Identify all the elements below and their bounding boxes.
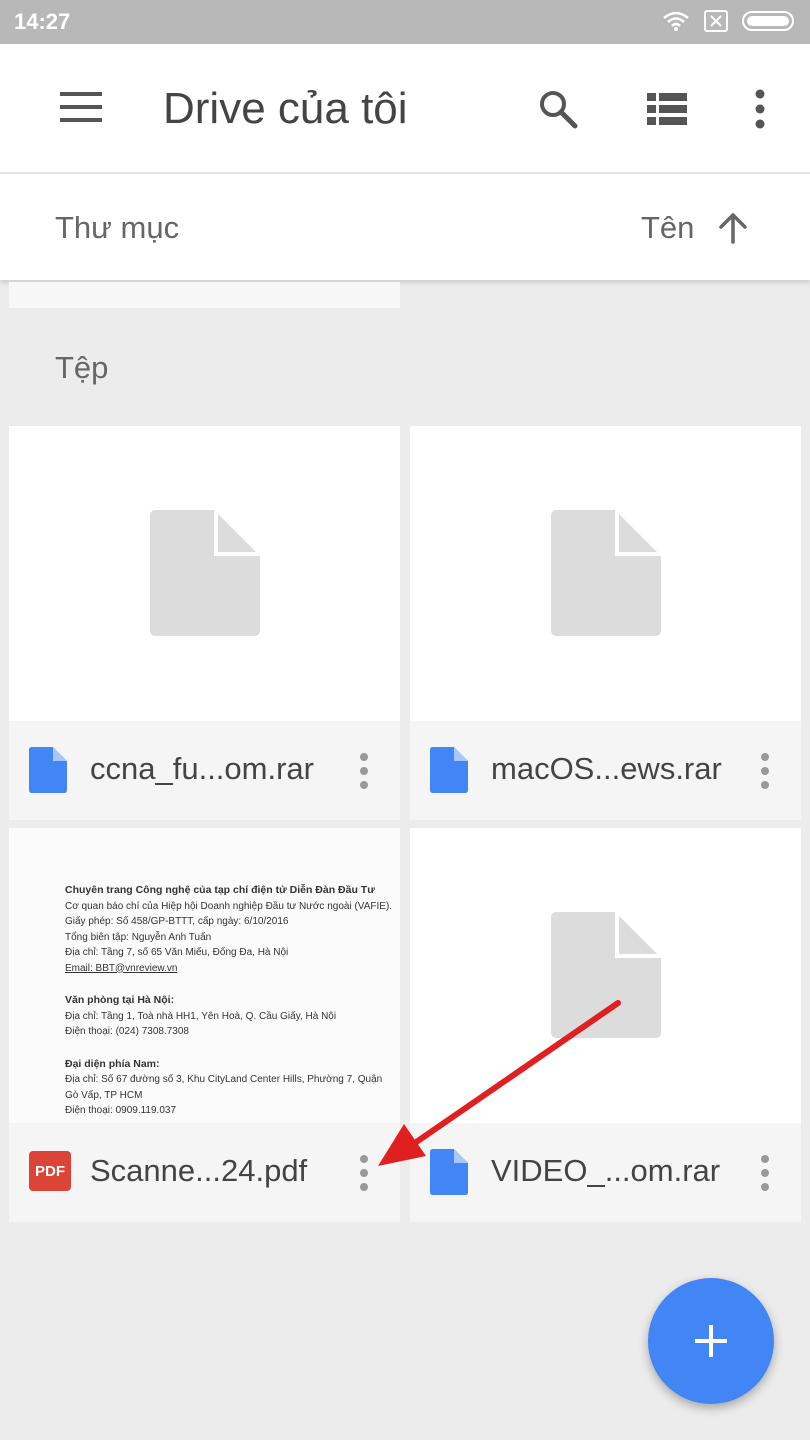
- file-card-footer: ccna_fu...om.rar: [9, 721, 400, 820]
- folders-section-label: Thư mục: [55, 210, 180, 245]
- status-icons: [662, 10, 798, 32]
- more-vert-icon[interactable]: [750, 1153, 780, 1193]
- page-title: Drive của tôi: [163, 84, 408, 133]
- blue-file-icon: [430, 747, 468, 793]
- file-card-footer: PDF Scanne...24.pdf: [9, 1123, 400, 1222]
- file-thumbnail: [410, 426, 801, 721]
- sort-bar: Thư mục Tên: [0, 174, 810, 280]
- folder-card-partial[interactable]: [9, 282, 400, 308]
- plus-icon: [695, 1325, 727, 1357]
- file-card[interactable]: macOS...ews.rar: [410, 426, 801, 820]
- sort-by-name-button[interactable]: Tên: [641, 210, 694, 246]
- file-card-footer: VIDEO_...om.rar: [410, 1123, 801, 1222]
- wifi-icon: [663, 11, 689, 31]
- arrow-up-icon[interactable]: [716, 210, 750, 246]
- sim-blocked-icon: [704, 10, 728, 32]
- status-bar: 14:27: [0, 0, 810, 44]
- file-thumbnail: [9, 426, 400, 721]
- file-card[interactable]: Chuyên trang Công nghệ của tạp chí điện …: [9, 828, 400, 1222]
- file-card-footer: macOS...ews.rar: [410, 721, 801, 820]
- blue-file-icon: [29, 747, 67, 793]
- pdf-icon: PDF: [29, 1151, 71, 1191]
- file-card[interactable]: ccna_fu...om.rar: [9, 426, 400, 820]
- file-name: VIDEO_...om.rar: [491, 1153, 721, 1188]
- blue-file-icon: [430, 1149, 468, 1195]
- more-vert-icon[interactable]: [750, 751, 780, 791]
- list-view-icon[interactable]: [642, 86, 692, 132]
- app-bar: Drive của tôi: [0, 44, 810, 174]
- pdf-preview-text: Chuyên trang Công nghệ của tạp chí điện …: [65, 884, 393, 1116]
- pdf-thumbnail: Chuyên trang Công nghệ của tạp chí điện …: [9, 828, 400, 1123]
- generic-file-icon: [551, 912, 661, 1038]
- generic-file-icon: [551, 510, 661, 636]
- more-vert-icon[interactable]: [349, 1153, 379, 1193]
- file-name: ccna_fu...om.rar: [90, 751, 314, 786]
- add-button[interactable]: [648, 1278, 774, 1404]
- file-thumbnail: [410, 828, 801, 1123]
- generic-file-icon: [150, 510, 260, 636]
- files-section-label: Tệp: [55, 350, 109, 385]
- pdf-badge: PDF: [35, 1162, 65, 1180]
- file-name: Scanne...24.pdf: [90, 1153, 308, 1188]
- battery-icon: [742, 11, 794, 31]
- menu-icon[interactable]: [52, 84, 110, 130]
- status-time: 14:27: [14, 9, 71, 34]
- file-card[interactable]: VIDEO_...om.rar: [410, 828, 801, 1222]
- more-vert-icon[interactable]: [744, 84, 776, 134]
- file-name: macOS...ews.rar: [491, 751, 722, 786]
- more-vert-icon[interactable]: [349, 751, 379, 791]
- search-icon[interactable]: [532, 84, 584, 134]
